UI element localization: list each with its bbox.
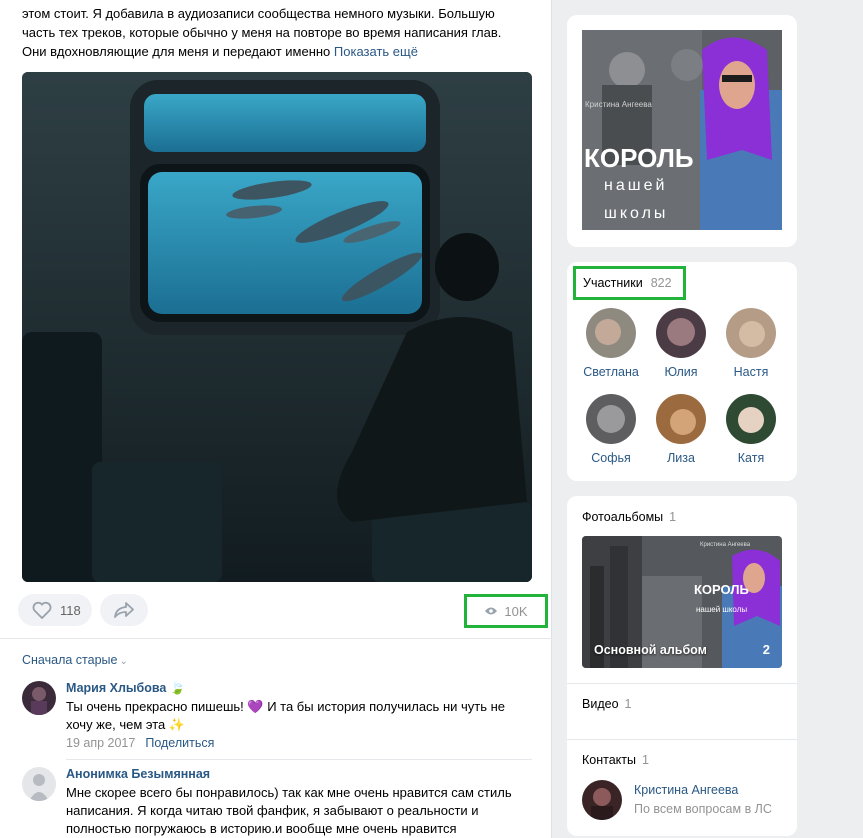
album-cover-title-text: КОРОЛЬ	[694, 582, 749, 597]
comment-text-line: Мне скорее всего бы понравилось) так как…	[66, 785, 512, 800]
member-item[interactable]: Катя	[713, 394, 789, 465]
eye-icon	[485, 607, 498, 615]
post-action-bar: 118 10K	[18, 594, 548, 628]
member-name: Софья	[591, 451, 631, 465]
member-avatar	[656, 394, 706, 444]
comments-sort-dropdown[interactable]: Сначала старые ⌄	[22, 653, 128, 667]
share-arrow-icon	[114, 602, 134, 618]
contact-name[interactable]: Кристина Ангеева	[634, 783, 738, 797]
cover-subtitle-text: школы	[604, 205, 668, 222]
comment-author[interactable]: Мария Хлыбова 🍃	[66, 681, 185, 696]
group-cover-image[interactable]: Кристина Ангеева КОРОЛЬ нашей школы	[582, 30, 782, 230]
album-thumbnail[interactable]: Кристина Ангеева КОРОЛЬ нашей школы Осно…	[582, 536, 782, 668]
contacts-header[interactable]: Контакты 1	[582, 753, 649, 767]
group-cover-card: Кристина Ангеева КОРОЛЬ нашей школы	[567, 15, 797, 247]
divider	[66, 759, 532, 760]
comments-sort-label: Сначала старые	[22, 653, 118, 667]
contacts-count: 1	[642, 753, 649, 767]
cover-author-text: Кристина Ангеева	[585, 100, 652, 109]
members-card: Участники 822 Светлана Юлия Настя Софья Л…	[567, 262, 797, 481]
comment-text-line: Ты очень прекрасно пишешь! 💜 И та бы ист…	[66, 699, 506, 714]
cover-title-text: КОРОЛЬ	[584, 143, 694, 173]
member-item[interactable]: Светлана	[573, 308, 649, 379]
member-avatar	[726, 394, 776, 444]
post-text-line: этом стоит. Я добавила в аудиозаписи соо…	[22, 6, 495, 21]
member-name: Юлия	[664, 365, 698, 379]
post-text: этом стоит. Я добавила в аудиозаписи соо…	[22, 4, 522, 61]
comment-date[interactable]: 19 апр 2017	[66, 736, 135, 750]
members-count: 822	[650, 276, 672, 290]
album-photo-count: 2	[762, 642, 770, 657]
album-cover-subtitle-text: нашей школы	[696, 605, 747, 614]
comment: Анонимка Безымянная Мне скорее всего бы …	[22, 767, 532, 838]
contact-description: По всем вопросам в ЛС	[634, 802, 772, 816]
member-name: Настя	[733, 365, 769, 379]
member-avatar	[586, 308, 636, 358]
cover-subtitle-text: нашей	[604, 177, 667, 194]
views-counter: 10K	[464, 594, 548, 628]
members-header[interactable]: Участники 822	[573, 266, 686, 300]
views-count: 10K	[504, 603, 528, 619]
comment-meta: 19 апр 2017 Поделиться	[66, 736, 214, 750]
heart-icon	[32, 601, 52, 619]
members-title: Участники	[583, 276, 643, 290]
albums-title: Фотоальбомы	[582, 510, 664, 524]
member-avatar	[586, 394, 636, 444]
video-header[interactable]: Видео 1	[582, 697, 631, 711]
divider	[567, 683, 797, 684]
comment-author-name: Мария Хлыбова	[66, 681, 167, 695]
like-count: 118	[60, 602, 81, 618]
avatar[interactable]	[22, 767, 56, 801]
comment-share-link[interactable]: Поделиться	[145, 736, 214, 750]
album-name: Основной альбом	[594, 643, 707, 657]
member-item[interactable]: Софья	[573, 394, 649, 465]
comment-text: Ты очень прекрасно пишешь! 💜 И та бы ист…	[66, 698, 532, 734]
post-card: этом стоит. Я добавила в аудиозаписи соо…	[0, 0, 552, 838]
member-item[interactable]: Настя	[713, 308, 789, 379]
chevron-down-icon: ⌄	[119, 656, 128, 667]
member-item[interactable]: Лиза	[643, 394, 719, 465]
member-item[interactable]: Юлия	[643, 308, 719, 379]
post-text-line: часть тех треков, которые обычно у меня …	[22, 25, 502, 40]
comment-text-line: написания. Я когда читаю твой фанфик, я …	[66, 803, 479, 818]
comment-text: Мне скорее всего бы понравилось) так как…	[66, 784, 532, 838]
comment-text-line: хочу же, чем эта ✨	[66, 717, 186, 732]
leaf-emoji-icon: 🍃	[169, 681, 186, 695]
comment-author[interactable]: Анонимка Безымянная	[66, 767, 210, 781]
post-text-line: Они вдохновляющие для меня и передают им…	[22, 44, 331, 59]
member-name: Лиза	[667, 451, 695, 465]
albums-count: 1	[669, 510, 677, 524]
album-cover-author-text: Кристина Ангеева	[700, 542, 751, 548]
member-name: Катя	[737, 451, 765, 465]
member-avatar	[656, 308, 706, 358]
show-more-link[interactable]: Показать ещё	[334, 44, 418, 59]
member-avatar	[726, 308, 776, 358]
avatar[interactable]	[582, 780, 622, 820]
albums-card: Фотоальбомы 1 Кристина Ангеева КОРОЛЬ наш…	[567, 496, 797, 836]
like-button[interactable]: 118	[18, 594, 92, 626]
contacts-title: Контакты	[582, 753, 636, 767]
member-name: Светлана	[583, 365, 639, 379]
post-photo[interactable]	[22, 72, 532, 582]
video-title: Видео	[582, 697, 619, 711]
divider	[0, 638, 552, 639]
comment-text-line: полностью погружаюсь в историю.и вообще …	[66, 821, 457, 836]
divider	[567, 739, 797, 740]
share-button[interactable]	[100, 594, 148, 626]
avatar[interactable]	[22, 681, 56, 715]
albums-header[interactable]: Фотоальбомы 1	[582, 510, 676, 524]
comment: Мария Хлыбова 🍃 Ты очень прекрасно пишеш…	[22, 681, 532, 753]
video-count: 1	[624, 697, 632, 711]
